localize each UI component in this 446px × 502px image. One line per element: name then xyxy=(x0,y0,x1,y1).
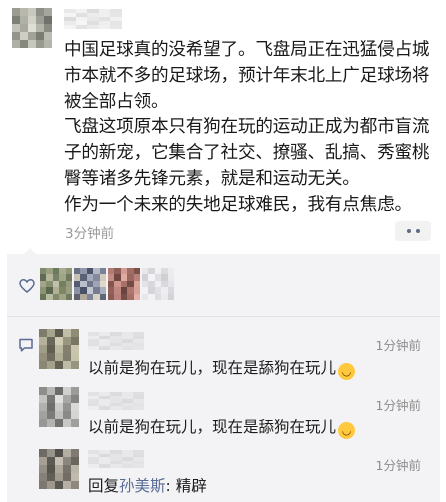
more-dots-icon xyxy=(415,229,420,233)
reply-to-username[interactable]: 孙美斯 xyxy=(119,477,166,495)
commenter-avatar[interactable] xyxy=(39,329,79,369)
more-actions-button[interactable] xyxy=(395,221,431,241)
comment-timestamp: 1分钟前 xyxy=(375,338,421,353)
commenter-name-blurred[interactable] xyxy=(88,450,144,468)
like-avatar[interactable] xyxy=(108,268,140,300)
like-avatar[interactable] xyxy=(142,268,174,300)
comment-timestamp: 1分钟前 xyxy=(375,398,421,413)
grinning-sweat-emoji-icon: ◡ xyxy=(338,422,356,439)
panel-divider xyxy=(7,316,440,317)
commenter-name-blurred[interactable] xyxy=(88,332,144,350)
post-paragraph-1: 中国足球真的没希望了。飞盘局正在迅猛侵占城市本就不多的足球场，预计年末北上广足球… xyxy=(64,40,430,112)
reply-separator: : xyxy=(165,477,176,495)
grinning-sweat-emoji-icon: ◡ xyxy=(338,363,356,380)
post-author-name-blurred[interactable] xyxy=(64,9,122,29)
like-avatar[interactable] xyxy=(40,268,72,300)
post-paragraph-3: 作为一个未来的失地足球难民，我有点焦虑。 xyxy=(64,194,412,215)
comment-timestamp: 1分钟前 xyxy=(375,458,421,473)
commenter-avatar[interactable] xyxy=(39,387,79,427)
post-body: 中国足球真的没希望了。飞盘局正在迅猛侵占城市本就不多的足球场，预计年末北上广足球… xyxy=(64,38,436,219)
comment-body: 以前是狗在玩儿，现在是舔狗在玩儿 xyxy=(88,359,337,377)
commenter-avatar[interactable] xyxy=(39,449,79,489)
post-author-avatar[interactable] xyxy=(12,8,52,48)
comment-text: 回复孙美斯: 精辟 xyxy=(88,474,207,496)
heart-outline-icon xyxy=(19,279,35,293)
more-dots-icon xyxy=(406,229,411,233)
post-paragraph-2: 飞盘这项原本只有狗在玩的运动正成为都市盲流子的新宠，它集合了社交、撩骚、乱搞、秀… xyxy=(64,117,430,189)
comment-body: 以前是狗在玩儿，现在是舔狗在玩儿 xyxy=(88,418,337,436)
commenter-name-blurred[interactable] xyxy=(88,392,144,410)
comment-body: 精辟 xyxy=(175,477,207,495)
comment-text: 以前是狗在玩儿，现在是舔狗在玩儿 ◡ xyxy=(88,415,356,439)
speech-bubble-icon xyxy=(19,338,33,352)
post-timestamp: 3分钟前 xyxy=(65,226,115,242)
reply-prefix: 回复 xyxy=(88,477,120,495)
comment-text: 以前是狗在玩儿，现在是舔狗在玩儿 ◡ xyxy=(88,356,356,380)
like-avatar[interactable] xyxy=(74,268,106,300)
